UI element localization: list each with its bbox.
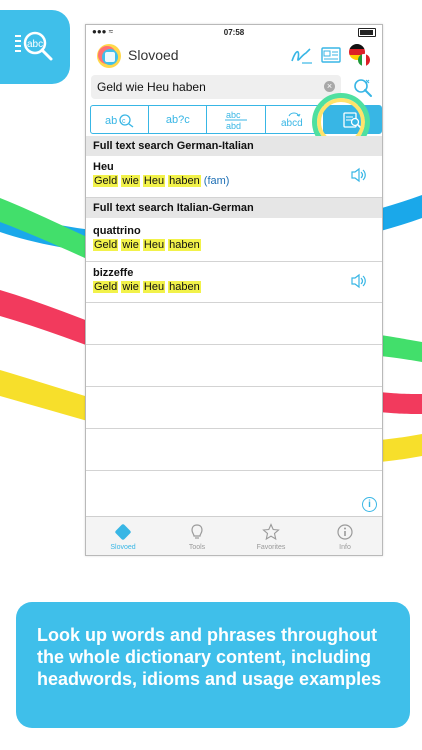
mode-wildcard-label: ab?c	[165, 113, 190, 126]
app-header: Slovoed	[86, 39, 382, 71]
speaker-icon[interactable]	[350, 272, 368, 290]
tab-label: Info	[339, 544, 351, 551]
search-input[interactable]: Geld wie Heu haben ×	[91, 75, 341, 99]
status-bar: ●●● ≈ 07:58	[86, 25, 382, 39]
mode-fuzzy-button[interactable]: abc abd	[207, 106, 266, 133]
flashcards-icon[interactable]	[321, 46, 341, 64]
star-icon	[262, 523, 280, 541]
svg-text:abc: abc	[27, 39, 43, 50]
anagram-icon: abcd	[281, 112, 303, 129]
mode-wildcard-button[interactable]: ab?c	[149, 106, 208, 133]
entry-headword: bizzeffe	[93, 267, 134, 279]
abc-search-icon: ab c	[105, 113, 134, 128]
text-search-icon: abc	[15, 31, 53, 61]
slovoed-logo-icon	[97, 44, 121, 68]
language-flags-icon[interactable]	[348, 43, 372, 67]
phone-screen: ●●● ≈ 07:58 Slovoed Geld wie Heu haben ×…	[85, 24, 383, 556]
result-item-bizzeffe[interactable]: bizzeffe Geld wie Heu haben	[86, 262, 382, 303]
tab-label: Slovoed	[110, 544, 136, 551]
battery-icon	[358, 28, 376, 37]
section-header-it-de: Full text search Italian-German	[86, 198, 382, 218]
app-title: Slovoed	[128, 47, 179, 63]
tab-bar: Slovoed Tools Favorites Info	[86, 516, 382, 555]
svg-text:abd: abd	[226, 121, 241, 131]
fuzzy-search-icon: abc abd	[225, 110, 247, 131]
svg-text:abc: abc	[226, 110, 241, 120]
svg-text:abcd: abcd	[281, 118, 303, 129]
slovoed-tab-icon	[115, 524, 131, 540]
handwriting-icon[interactable]	[290, 45, 314, 65]
status-time: 07:58	[223, 28, 245, 37]
tab-info[interactable]: Info	[308, 517, 382, 555]
tab-slovoed[interactable]: Slovoed	[86, 517, 160, 555]
lightbulb-icon	[191, 524, 203, 539]
svg-text:ab: ab	[105, 115, 117, 127]
tab-label: Tools	[188, 544, 206, 551]
svg-text:c: c	[122, 118, 126, 125]
empty-row-divider	[86, 428, 382, 429]
search-query: Geld wie Heu haben	[97, 80, 206, 94]
tab-tools[interactable]: Tools	[160, 517, 234, 555]
entry-note: (fam)	[203, 175, 230, 187]
entry-phrase: Geld wie Heu haben (fam)	[93, 175, 230, 187]
entry-headword: quattrino	[93, 225, 141, 237]
caption-text: Look up words and phrases throughout the…	[37, 625, 382, 689]
section-header-de-it: Full text search German-Italian	[86, 136, 382, 156]
info-icon[interactable]: i	[362, 497, 377, 512]
mode-exact-button[interactable]: ab c	[91, 106, 150, 133]
entry-phrase: Geld wie Heu haben	[93, 281, 201, 293]
tab-favorites[interactable]: Favorites	[234, 517, 308, 555]
tab-label: Favorites	[256, 544, 286, 551]
search-icon[interactable]	[352, 77, 374, 99]
empty-row-divider	[86, 386, 382, 387]
info-tab-icon	[337, 524, 353, 540]
clear-icon[interactable]: ×	[324, 81, 335, 92]
result-item-quattrino[interactable]: quattrino Geld wie Heu haben	[86, 220, 382, 262]
empty-row-divider	[86, 470, 382, 471]
empty-row-divider	[86, 344, 382, 345]
result-item-heu[interactable]: Heu Geld wie Heu haben (fam)	[86, 156, 382, 198]
speaker-icon[interactable]	[350, 166, 368, 184]
feature-caption: Look up words and phrases throughout the…	[16, 602, 410, 728]
entry-headword: Heu	[93, 161, 114, 173]
corner-badge: abc	[0, 10, 70, 84]
entry-phrase: Geld wie Heu haben	[93, 239, 201, 251]
